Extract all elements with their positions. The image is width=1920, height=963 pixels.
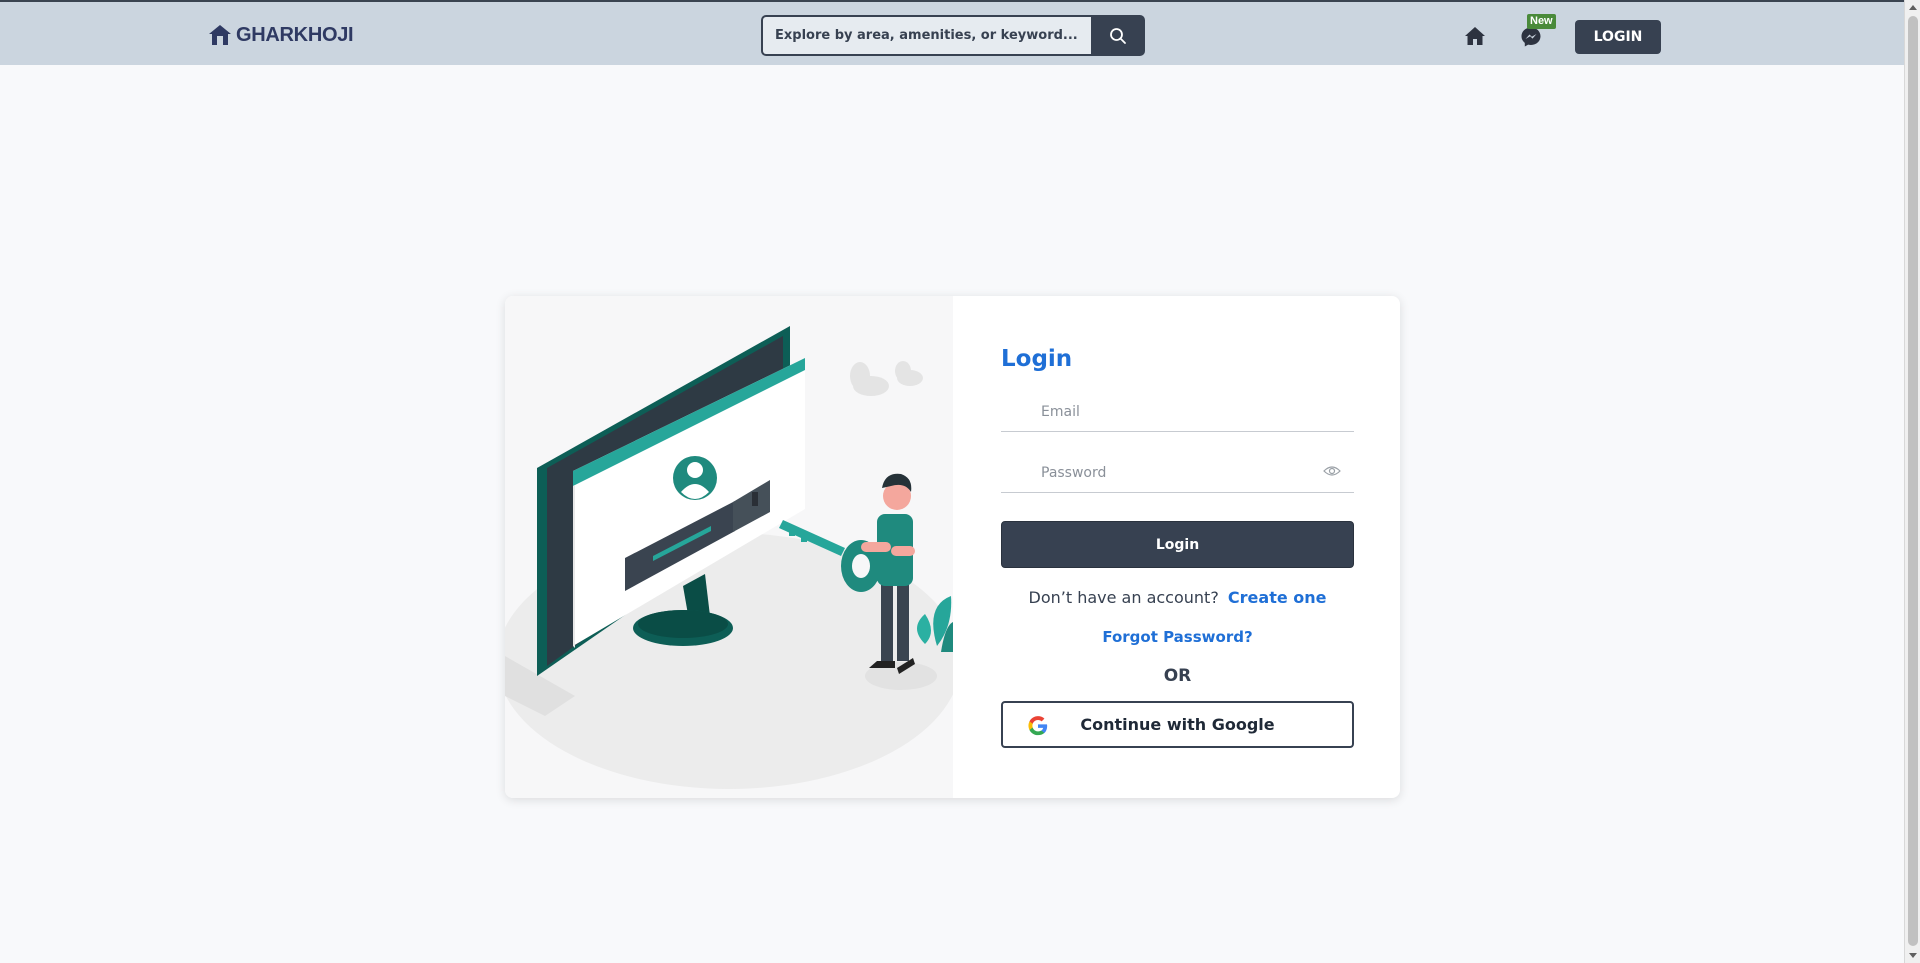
password-field[interactable] [1001, 453, 1354, 493]
search-button[interactable] [1091, 15, 1145, 56]
email-field[interactable] [1001, 392, 1354, 432]
user-login-illustration: User Login [505, 326, 953, 789]
brand-logo[interactable]: GHARKHOJI [208, 22, 354, 48]
login-title: Login [1001, 346, 1073, 372]
login-form: Login Login Don’t have an account? Creat… [953, 296, 1400, 798]
house-icon [209, 25, 231, 45]
google-signin-button[interactable]: Continue with Google [1001, 701, 1354, 748]
signup-prompt: Don’t have an account? Create one [1001, 588, 1354, 607]
new-badge: New [1527, 14, 1556, 29]
search-input[interactable] [761, 15, 1091, 56]
no-account-text: Don’t have an account? [1028, 588, 1219, 607]
brand-name: GHARKHOJI [236, 23, 354, 46]
show-password-eye-icon[interactable] [1323, 464, 1341, 478]
google-button-label: Continue with Google [1080, 715, 1275, 734]
forgot-password-link[interactable]: Forgot Password? [1001, 628, 1354, 646]
header-login-button[interactable]: LOGIN [1575, 20, 1661, 54]
top-navbar: GHARKHOJI New LOGIN [0, 0, 1904, 65]
home-icon [1465, 27, 1485, 45]
messenger-icon [1521, 27, 1541, 47]
scroll-up-arrow-icon[interactable] [1909, 5, 1917, 10]
scroll-down-arrow-icon[interactable] [1909, 953, 1917, 958]
search-icon [1110, 27, 1126, 44]
create-account-link[interactable]: Create one [1228, 588, 1327, 607]
search-bar [761, 15, 1145, 56]
scroll-thumb[interactable] [1908, 16, 1918, 946]
google-icon [1028, 716, 1048, 736]
login-illustration: User Login [505, 296, 953, 798]
login-card: User Login Login Email Login Don’t have … [505, 296, 1400, 798]
home-link[interactable] [1462, 24, 1488, 48]
page-scrollbar[interactable] [1904, 0, 1920, 963]
or-divider: OR [1163, 666, 1192, 686]
login-submit-button[interactable]: Login [1001, 521, 1354, 568]
